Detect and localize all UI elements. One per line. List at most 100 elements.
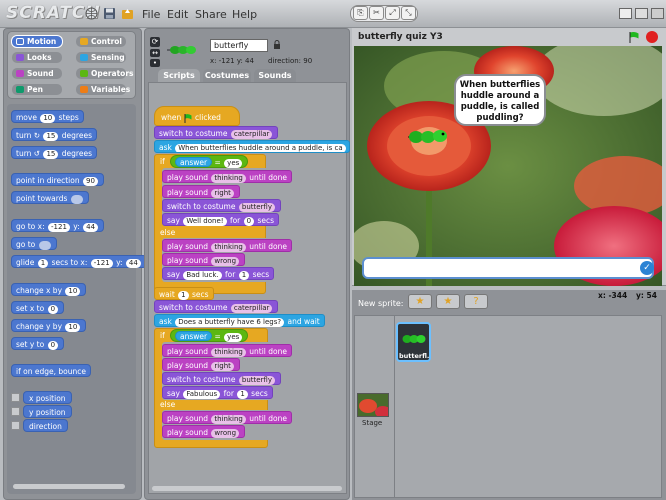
block-move[interactable]: move 10 steps — [11, 110, 84, 123]
block-point-towards[interactable]: point towards — [11, 191, 90, 204]
block-change-y[interactable]: change y by 10 — [11, 319, 87, 332]
menu-file[interactable]: File — [142, 8, 160, 21]
block-change-x[interactable]: change x by 10 — [11, 283, 87, 296]
new-sprite-label: New sprite: — [358, 299, 404, 308]
block-point-direction[interactable]: point in direction 90 — [11, 173, 104, 186]
reporter-direction[interactable]: direction — [23, 419, 68, 432]
checkbox-direction[interactable] — [11, 421, 20, 430]
delete-icon[interactable]: ✂ — [369, 6, 384, 20]
category-motion[interactable]: Motion — [12, 36, 62, 47]
project-title: butterfly quiz Y3 — [358, 32, 443, 42]
block-play-sound-thinking-4[interactable]: play sound thinking until done — [162, 411, 292, 424]
block-play-sound-thinking-1[interactable]: play sound thinking until done — [162, 170, 292, 183]
presentation-mode-icon[interactable] — [651, 8, 664, 19]
equals-operator-2[interactable]: answer = yes — [170, 329, 249, 342]
block-ask-1[interactable]: ask When butterflies huddle around a pud… — [154, 140, 350, 153]
block-palette: move 10 steps turn ↻ 15 degrees turn ↺ 1… — [7, 104, 147, 494]
category-sound[interactable]: Sound — [12, 68, 62, 79]
surprise-sprite-button[interactable]: ? — [464, 294, 488, 309]
if-label-2: if — [160, 331, 165, 340]
block-play-sound-right-2[interactable]: play sound right — [162, 358, 240, 371]
answer-submit-button[interactable]: ✓ — [640, 261, 654, 275]
block-switch-costume-butterfly-1[interactable]: switch to costume butterfly — [162, 199, 281, 212]
sprite-coords: x: -121 y: 44 — [210, 57, 254, 65]
stage-label: Stage — [362, 419, 383, 427]
menu-share[interactable]: Share — [195, 8, 227, 21]
no-rotate-icon[interactable]: • — [150, 59, 160, 67]
tab-sounds[interactable]: Sounds — [254, 69, 296, 82]
answer-input[interactable] — [362, 257, 654, 279]
stage[interactable]: When butterflies huddle around a puddle,… — [354, 46, 662, 286]
speech-bubble: When butterflies huddle around a puddle,… — [454, 74, 546, 126]
flip-style-icon[interactable]: ↔ — [150, 49, 160, 57]
block-switch-costume-butterfly-2[interactable]: switch to costume butterfly — [162, 372, 281, 385]
block-play-sound-wrong-2[interactable]: play sound wrong — [162, 425, 246, 438]
tab-costumes[interactable]: Costumes — [203, 69, 251, 82]
globe-icon[interactable] — [85, 7, 98, 20]
butterfly-sprite[interactable] — [406, 128, 454, 146]
category-sensing[interactable]: Sensing — [76, 52, 126, 63]
block-goto[interactable]: go to — [11, 237, 58, 250]
category-selector: Motion Control Looks Sensing Sound Opera… — [7, 31, 136, 99]
small-stage-icon[interactable] — [619, 8, 632, 19]
else-label-2: else — [160, 400, 176, 409]
sprite-tile-label: butterfl... — [399, 352, 430, 360]
category-pen[interactable]: Pen — [12, 84, 62, 95]
if-label-1: if — [160, 157, 165, 166]
sprite-direction: direction: 90 — [268, 57, 313, 65]
green-flag-icon[interactable] — [628, 31, 640, 43]
save-icon[interactable] — [103, 7, 116, 20]
choose-sprite-file-button[interactable]: ★ — [436, 294, 460, 309]
block-play-sound-wrong-1[interactable]: play sound wrong — [162, 253, 246, 266]
when-flag-label: when clicked — [161, 113, 221, 123]
block-play-sound-thinking-2[interactable]: play sound thinking until done — [162, 239, 292, 252]
tab-scripts[interactable]: Scripts — [158, 69, 200, 82]
duplicate-icon[interactable]: ⎘ — [353, 6, 368, 20]
normal-stage-icon[interactable] — [635, 8, 648, 19]
top-bar: SCRATCH File Edit Share Help ⎘ ✂ ⤢ ⤡ — [0, 0, 666, 28]
menu-edit[interactable]: Edit — [167, 8, 188, 21]
block-switch-costume-2[interactable]: switch to costume caterpillar — [154, 300, 279, 313]
block-bounce[interactable]: if on edge, bounce — [11, 364, 91, 377]
block-say-well-done[interactable]: say Well done! for 0 secs — [162, 213, 280, 226]
reporter-y-position[interactable]: y position — [23, 405, 72, 418]
block-turn-right[interactable]: turn ↻ 15 degrees — [11, 128, 97, 141]
sprite-divider — [394, 316, 395, 498]
menu-help[interactable]: Help — [232, 8, 257, 21]
mouse-y: y: 54 — [636, 291, 657, 300]
sprite-name-field[interactable]: butterfly — [210, 39, 268, 52]
reporter-x-position[interactable]: x position — [23, 391, 72, 404]
category-control[interactable]: Control — [76, 36, 126, 47]
block-say-bad-luck[interactable]: say Bad luck. for 1 secs — [162, 267, 275, 280]
block-turn-left[interactable]: turn ↺ 15 degrees — [11, 146, 97, 159]
block-goto-xy[interactable]: go to x: -121 y: 44 — [11, 219, 105, 232]
green-flag-icon — [184, 113, 193, 123]
sprite-tile-butterfly[interactable]: butterfl... — [396, 322, 431, 362]
block-set-x[interactable]: set x to 0 — [11, 301, 65, 314]
stage-thumbnail[interactable] — [357, 393, 389, 417]
checkbox-y-position[interactable] — [11, 407, 20, 416]
block-glide[interactable]: glide 1 secs to x: -121 y: 44 — [11, 255, 147, 268]
block-play-sound-right-1[interactable]: play sound right — [162, 185, 240, 198]
equals-operator-1[interactable]: answer = yes — [170, 155, 249, 168]
block-play-sound-thinking-3[interactable]: play sound thinking until done — [162, 344, 292, 357]
category-looks[interactable]: Looks — [12, 52, 62, 63]
paint-new-sprite-button[interactable]: ★ — [408, 294, 432, 309]
checkbox-x-position[interactable] — [11, 393, 20, 402]
stop-icon[interactable] — [646, 31, 658, 43]
lock-icon[interactable] — [273, 40, 281, 50]
shrink-icon[interactable]: ⤡ — [401, 6, 416, 20]
block-say-fabulous[interactable]: say Fabulous for 1 secs — [162, 386, 273, 399]
butterfly-thumbnail-icon — [402, 335, 426, 343]
block-switch-costume-1[interactable]: switch to costume caterpillar — [154, 126, 279, 139]
rotate-style-icon[interactable]: ⟳ — [150, 37, 160, 47]
category-operators[interactable]: Operators — [76, 68, 134, 79]
block-wait[interactable]: wait 1 secs — [154, 287, 214, 300]
category-variables[interactable]: Variables — [76, 84, 130, 95]
block-set-y[interactable]: set y to 0 — [11, 337, 65, 350]
grow-icon[interactable]: ⤢ — [385, 6, 400, 20]
script-scrollbar[interactable] — [152, 486, 342, 491]
block-ask-2[interactable]: ask Does a butterfly have 6 legs? and wa… — [154, 314, 325, 327]
palette-scrollbar[interactable] — [13, 484, 125, 489]
share-icon[interactable] — [121, 7, 134, 20]
